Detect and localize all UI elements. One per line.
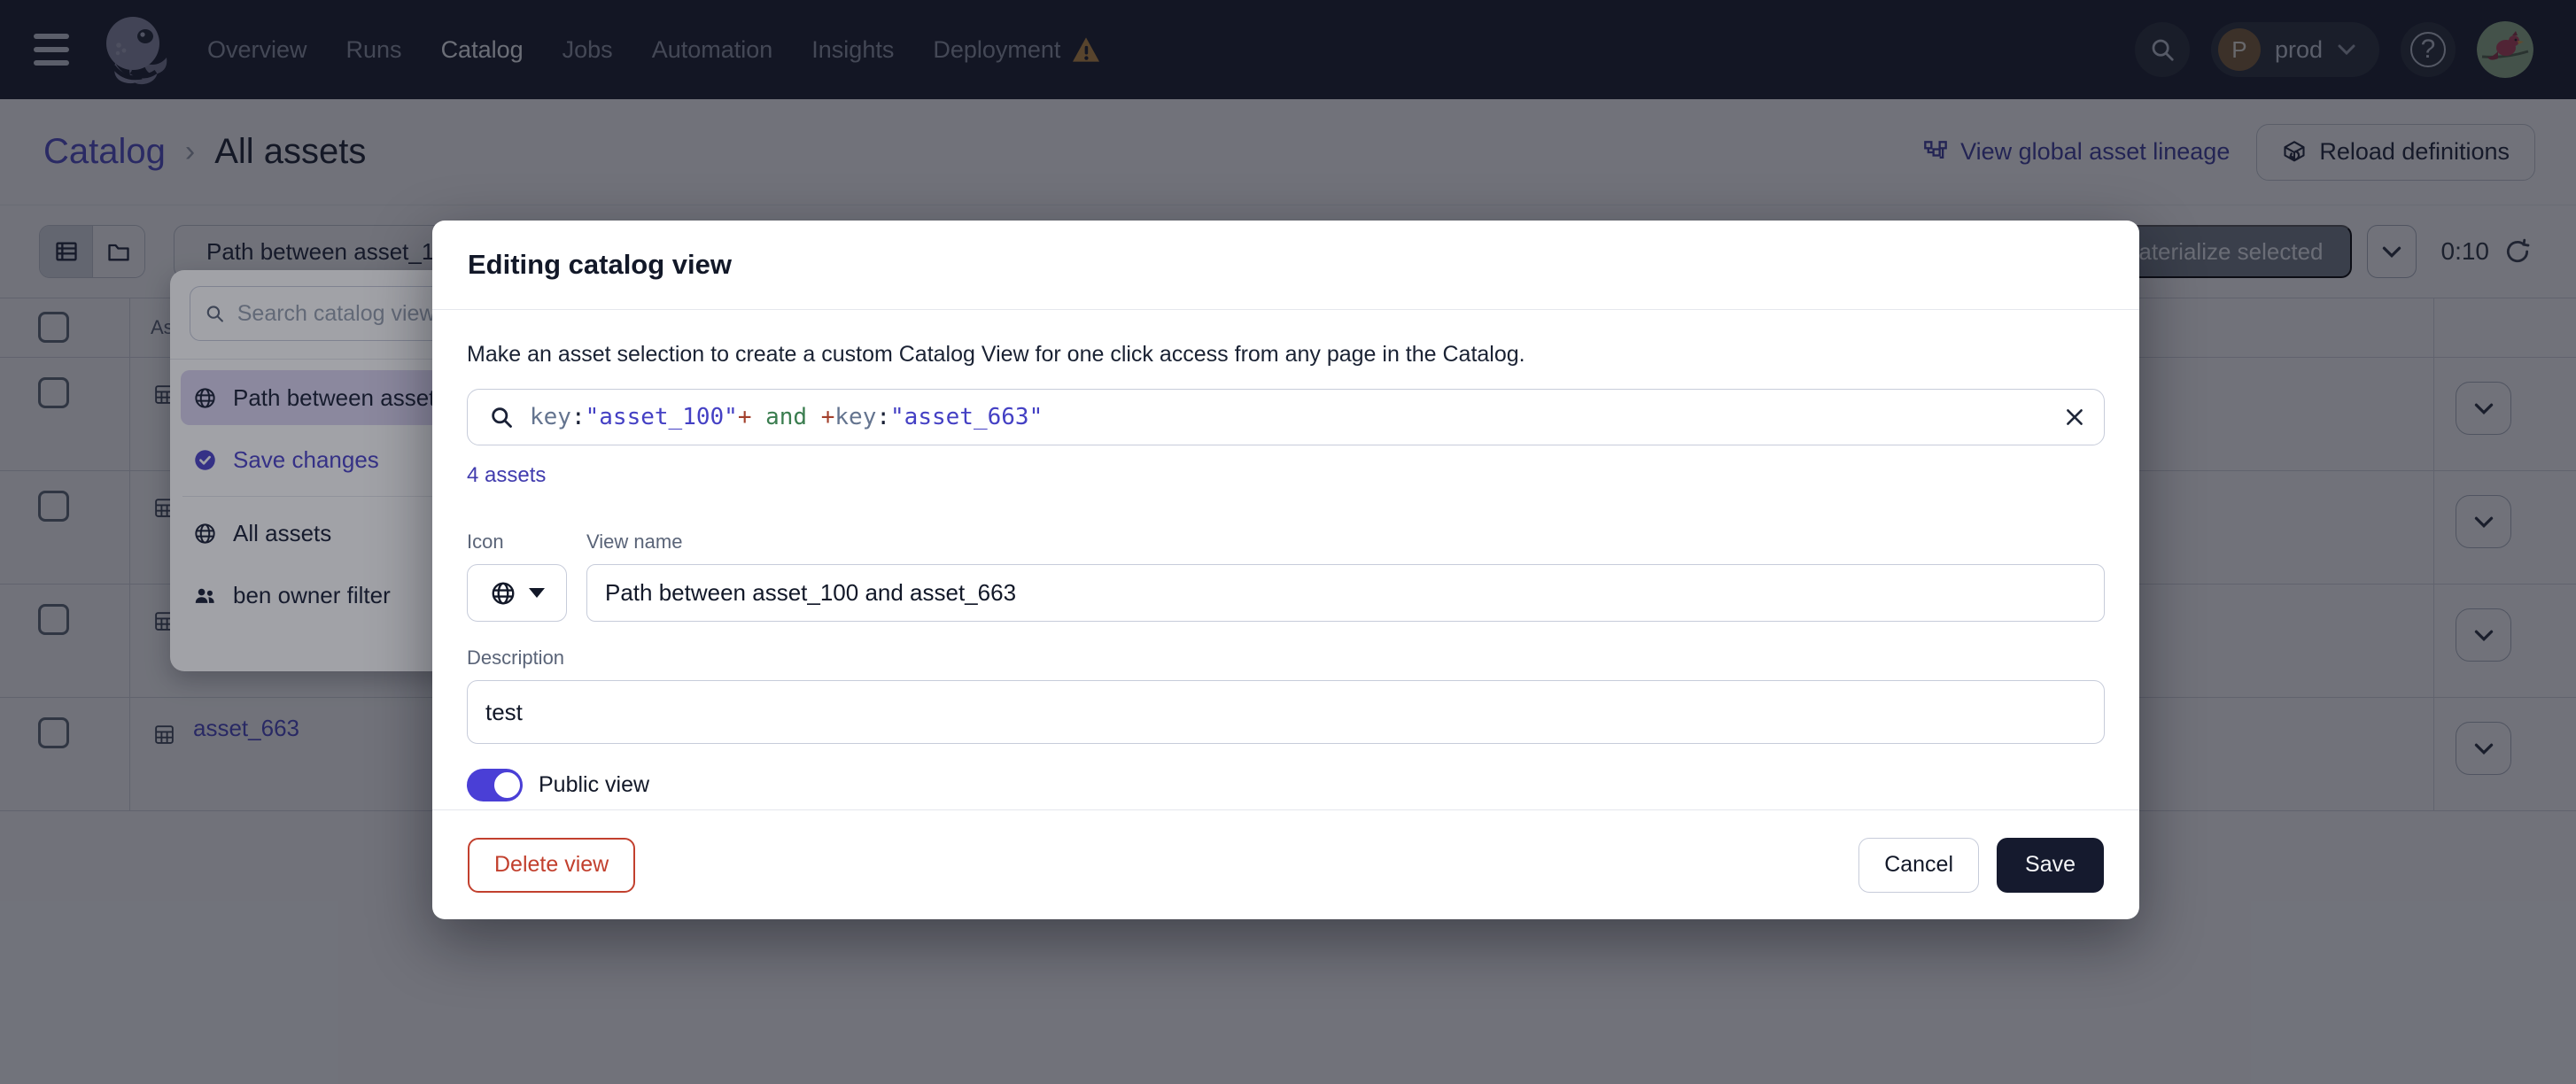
toggle-knob	[493, 770, 522, 800]
icon-field-group: Icon	[467, 530, 567, 622]
description-input[interactable]	[467, 680, 2105, 744]
caret-down-icon	[528, 588, 545, 598]
dialog-description: Make an asset selection to create a cust…	[467, 342, 1525, 367]
app-screen: Overview Runs Catalog Jobs Automation In…	[0, 0, 2576, 1084]
clear-selection-icon[interactable]	[2063, 406, 2086, 429]
public-view-label: Public view	[539, 772, 650, 797]
save-button[interactable]: Save	[1997, 837, 2104, 893]
cancel-button[interactable]: Cancel	[1858, 837, 1980, 893]
view-name-label: View name	[586, 530, 683, 553]
asset-selection-field[interactable]: key:"asset_100"+ and +key:"asset_663"	[467, 389, 2105, 445]
search-icon	[492, 407, 512, 428]
assets-count-link[interactable]: 4 assets	[467, 463, 546, 488]
dialog-header: Editing catalog view	[432, 221, 2139, 310]
delete-view-button[interactable]: Delete view	[468, 837, 636, 893]
icon-label: Icon	[467, 530, 504, 553]
globe-icon	[492, 582, 514, 604]
description-field-group: Description	[467, 647, 2105, 744]
dialog-footer: Delete view Cancel Save	[432, 809, 2139, 919]
description-label: Description	[467, 647, 565, 669]
editing-catalog-view-dialog: Editing catalog view Make an asset selec…	[432, 221, 2139, 919]
dialog-title: Editing catalog view	[468, 249, 732, 280]
asset-selection-query[interactable]: key:"asset_100"+ and +key:"asset_663"	[530, 404, 2047, 430]
view-icon-picker[interactable]	[467, 564, 567, 622]
view-name-field-group: View name	[586, 530, 2105, 622]
public-view-toggle[interactable]	[467, 769, 523, 801]
view-name-input[interactable]	[586, 564, 2105, 622]
